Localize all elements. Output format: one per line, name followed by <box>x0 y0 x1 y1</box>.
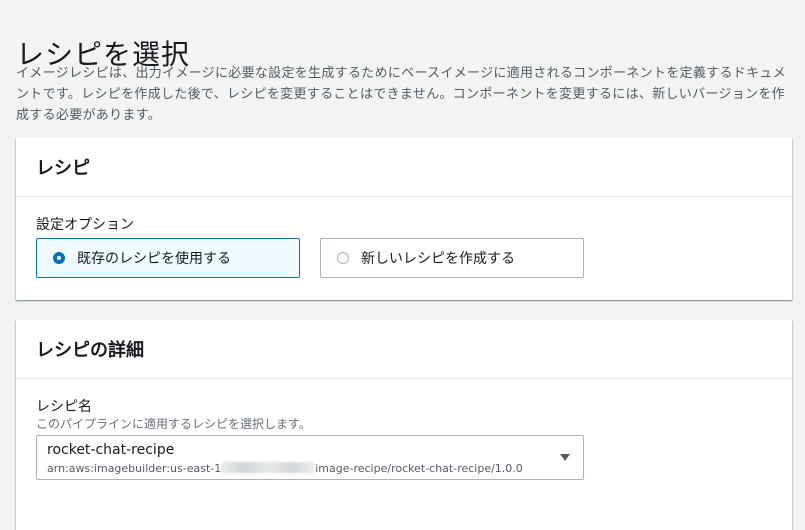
radio-selected-icon <box>53 252 65 264</box>
recipe-panel: レシピ 設定オプション 既存のレシピを使用する 新しいレシピを作成する <box>16 138 792 300</box>
recipe-name-label: レシピ名 <box>36 399 92 415</box>
selected-recipe-arn: arn:aws:imagebuilder:us-east-1 image-reci… <box>47 462 523 475</box>
config-option-label: 設定オプション <box>36 217 134 233</box>
arn-prefix: arn:aws:imagebuilder:us-east-1 <box>47 462 222 475</box>
selected-recipe-name: rocket-chat-recipe <box>47 442 175 458</box>
recipe-details-header: レシピの詳細 <box>16 320 792 379</box>
arn-suffix: image-recipe/rocket-chat-recipe/1.0.0 <box>315 462 523 475</box>
recipe-name-description: このパイプラインに適用するレシピを選択します。 <box>36 417 311 431</box>
caret-down-icon <box>560 454 570 461</box>
option-label: 新しいレシピを作成する <box>361 251 515 267</box>
option-label: 既存のレシピを使用する <box>77 251 231 267</box>
redacted-account-id <box>221 462 316 473</box>
recipe-details-panel: レシピの詳細 レシピ名 このパイプラインに適用するレシピを選択します。 rock… <box>16 320 792 530</box>
recipe-select[interactable]: rocket-chat-recipe arn:aws:imagebuilder:… <box>36 435 584 480</box>
use-existing-recipe-option[interactable]: 既存のレシピを使用する <box>36 238 300 278</box>
radio-unselected-icon <box>337 252 349 264</box>
page-description: イメージレシピは、出力イメージに必要な設定を生成するためにベースイメージに適用さ… <box>16 66 786 123</box>
create-new-recipe-option[interactable]: 新しいレシピを作成する <box>320 238 584 278</box>
recipe-panel-header: レシピ <box>16 138 792 197</box>
